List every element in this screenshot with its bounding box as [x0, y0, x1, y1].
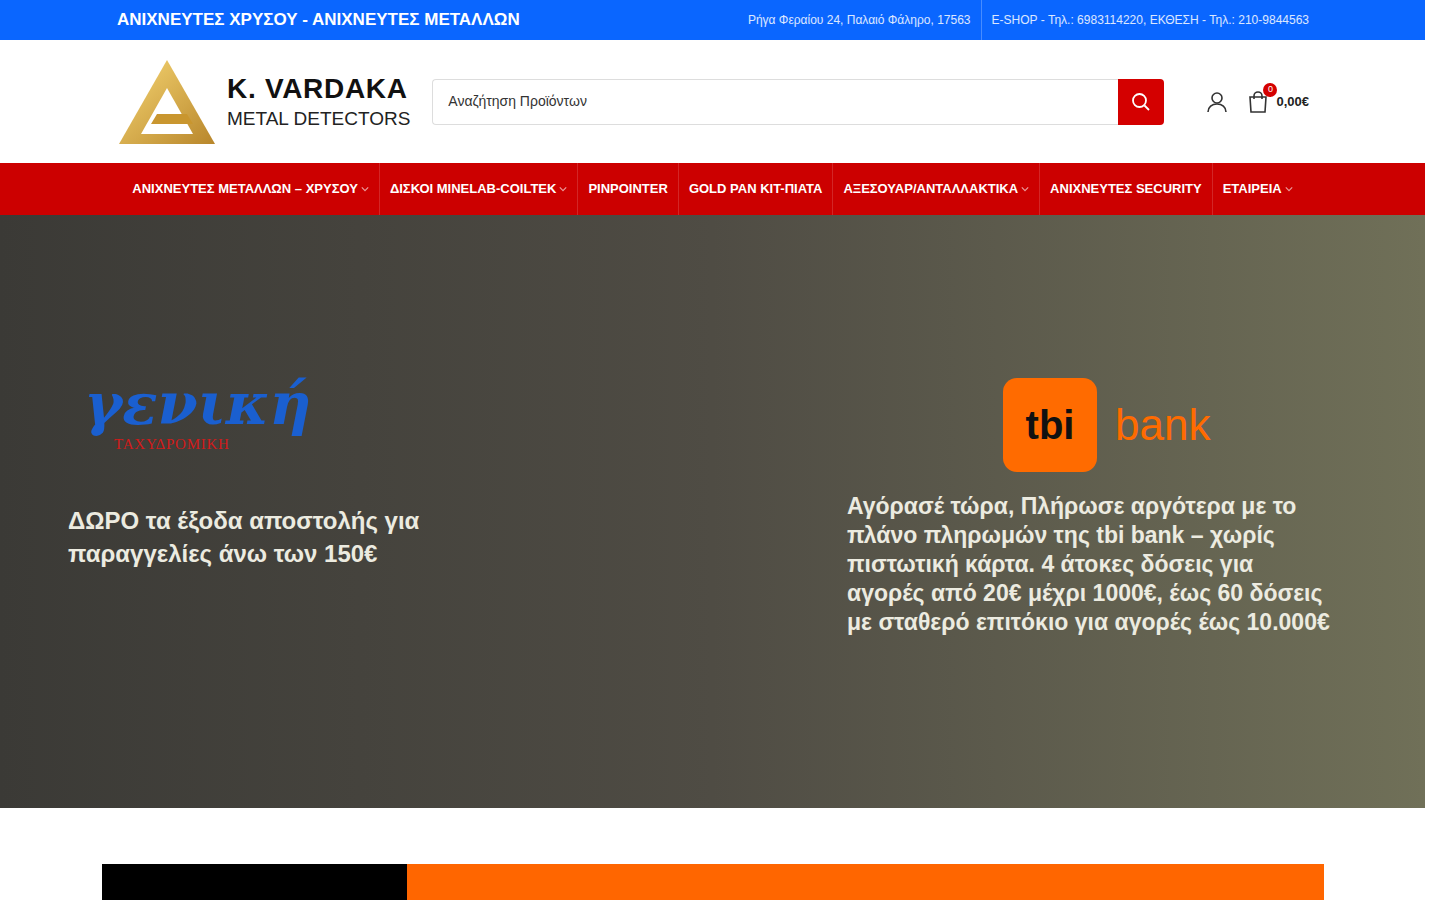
phones: E-SHOP - Τηλ.: 6983114220, ΕΚΘΕΣΗ - Τηλ.… [982, 11, 1309, 29]
nav-item[interactable]: GOLD PAN KIT-ΠΙΑΤΑ [678, 163, 833, 215]
geniki-logo: γενικήΤΑΧΥΔΡΟΜΙΚΗ [68, 375, 488, 456]
tbi-text: Αγόρασέ τώρα, Πλήρωσε αργότερα με το πλά… [847, 492, 1337, 637]
top-bar-title: ΑΝΙΧΝΕΥΤΕΣ ΧΡΥΣΟΥ - ΑΝΙΧΝΕΥΤΕΣ ΜΕΤΑΛΛΩΝ [117, 7, 520, 33]
main-nav: ΑΝΙΧΝΕΥΤΕΣ ΜΕΤΑΛΛΩΝ – ΧΡΥΣΟΥΔΙΣΚΟΙ MINEL… [0, 163, 1425, 215]
search-bar [432, 79, 1164, 125]
chevron-down-icon [1021, 185, 1029, 193]
search-input[interactable] [432, 79, 1118, 125]
top-bar: ΑΝΙΧΝΕΥΤΕΣ ΧΡΥΣΟΥ - ΑΝΙΧΝΕΥΤΕΣ ΜΕΤΑΛΛΩΝ Ρ… [0, 0, 1425, 40]
nav-item[interactable]: ΔΙΣΚΟΙ MINELAB-COILTEK [379, 163, 578, 215]
chevron-down-icon [559, 185, 567, 193]
nav-item[interactable]: ΑΝΙΧΝΕΥΤΕΣ SECURITY [1039, 163, 1212, 215]
user-icon[interactable] [1206, 91, 1228, 113]
search-icon [1131, 92, 1151, 112]
logo[interactable]: K. VARDAKAMETAL DETECTORS [117, 58, 410, 146]
cart[interactable]: 00,00€ [1248, 91, 1309, 113]
hero-banner: γενικήΤΑΧΥΔΡΟΜΙΚΗ ΔΩΡΟ τα έξοδα αποστολής… [0, 215, 1425, 808]
chevron-down-icon [1285, 185, 1293, 193]
triangle-logo-icon [117, 58, 217, 146]
cart-total: 0,00€ [1276, 92, 1309, 112]
chevron-down-icon [361, 185, 369, 193]
nav-item[interactable]: ΑΝΙΧΝΕΥΤΕΣ ΜΕΤΑΛΛΩΝ – ΧΡΥΣΟΥ [122, 163, 379, 215]
nav-item[interactable]: ΕΤΑΙΡΕΙΑ [1212, 163, 1303, 215]
nav-item[interactable]: PINPOINTER [577, 163, 677, 215]
search-button[interactable] [1118, 79, 1164, 125]
header: K. VARDAKAMETAL DETECTORS 00,00€ [0, 40, 1425, 163]
promo-strip [102, 864, 1324, 900]
shipping-text: ΔΩΡΟ τα έξοδα αποστολής για παραγγελίες … [68, 504, 488, 570]
nav-item[interactable]: ΑΞΕΣΟΥΑΡ/ΑΝΤΑΛΛΑΚΤΙΚΑ [832, 163, 1039, 215]
address: Ρήγα Φεραίου 24, Παλαιό Φάληρο, 17563 [748, 11, 981, 29]
cart-badge: 0 [1263, 83, 1277, 97]
tbi-logo: tbibank [847, 378, 1337, 472]
